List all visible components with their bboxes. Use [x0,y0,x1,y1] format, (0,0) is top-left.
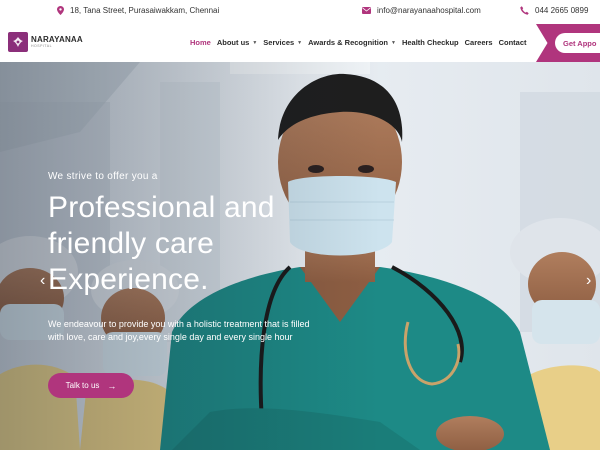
site-logo[interactable]: NARAYANAA HOSPITAL [8,32,83,52]
phone-link[interactable]: 044 2665 0899 [535,6,588,15]
email-icon [362,7,371,14]
logo-subtitle: HOSPITAL [31,44,53,48]
nav-health-checkup[interactable]: Health Checkup [402,38,459,47]
nav-contact[interactable]: Contact [499,38,527,47]
hero-headline-line-3: Experience. [48,263,209,296]
top-info-bar: 18, Tana Street, Purasaiwakkam, Chennai … [0,0,600,24]
nav-awards[interactable]: Awards & Recognition ▼ [308,38,396,47]
hero-banner: We strive to offer you a Professional an… [0,62,600,450]
email-link[interactable]: info@narayanaahospital.com [377,6,481,15]
chevron-down-icon[interactable]: ▼ [297,40,302,46]
get-appointment-button[interactable]: Get Appo [555,33,600,53]
appointment-cta: Get Appo [536,24,600,62]
logo-name: NARAYANAA [31,35,83,44]
address-text: 18, Tana Street, Purasaiwakkam, Chennai [70,6,220,15]
nav-services-label[interactable]: Services [263,38,294,47]
nav-services[interactable]: Services ▼ [263,38,302,47]
hero-eyebrow: We strive to offer you a [48,171,158,182]
arrow-right-icon[interactable]: → [107,381,116,391]
talk-to-us-button[interactable]: Talk to us → [48,373,134,398]
hero-headline-line-2: friendly care [48,227,215,260]
nav-awards-label[interactable]: Awards & Recognition [308,38,388,47]
nav-contact-label[interactable]: Contact [499,38,527,47]
hero-headline: Professional and friendly care Experienc… [48,190,275,298]
hero-description: We endeavour to provide you with a holis… [48,319,310,342]
nav-health-checkup-label[interactable]: Health Checkup [402,38,459,47]
nav-home[interactable]: Home [190,38,211,47]
slider-prev-arrow-icon[interactable]: ‹ [40,272,45,290]
main-navbar: NARAYANAA HOSPITAL Home About us ▼ Servi… [0,24,600,62]
slider-next-arrow-icon[interactable]: › [586,272,591,290]
nav-about-us-label[interactable]: About us [217,38,250,47]
logo-mark-icon [8,32,28,52]
nav-careers-label[interactable]: Careers [465,38,493,47]
nav-careers[interactable]: Careers [465,38,493,47]
phone-icon [520,6,529,15]
location-pin-icon [57,6,64,15]
nav-home-label[interactable]: Home [190,38,211,47]
talk-to-us-label[interactable]: Talk to us [66,381,100,390]
phone-info[interactable]: 044 2665 0899 [520,6,588,15]
nav-about-us[interactable]: About us ▼ [217,38,257,47]
address-info: 18, Tana Street, Purasaiwakkam, Chennai [57,6,219,15]
hero-headline-line-1: Professional and [48,191,275,224]
email-info[interactable]: info@narayanaahospital.com [362,6,481,15]
primary-menu: Home About us ▼ Services ▼ Awards & Reco… [190,38,533,47]
chevron-down-icon[interactable]: ▼ [252,40,257,46]
chevron-down-icon[interactable]: ▼ [391,40,396,46]
